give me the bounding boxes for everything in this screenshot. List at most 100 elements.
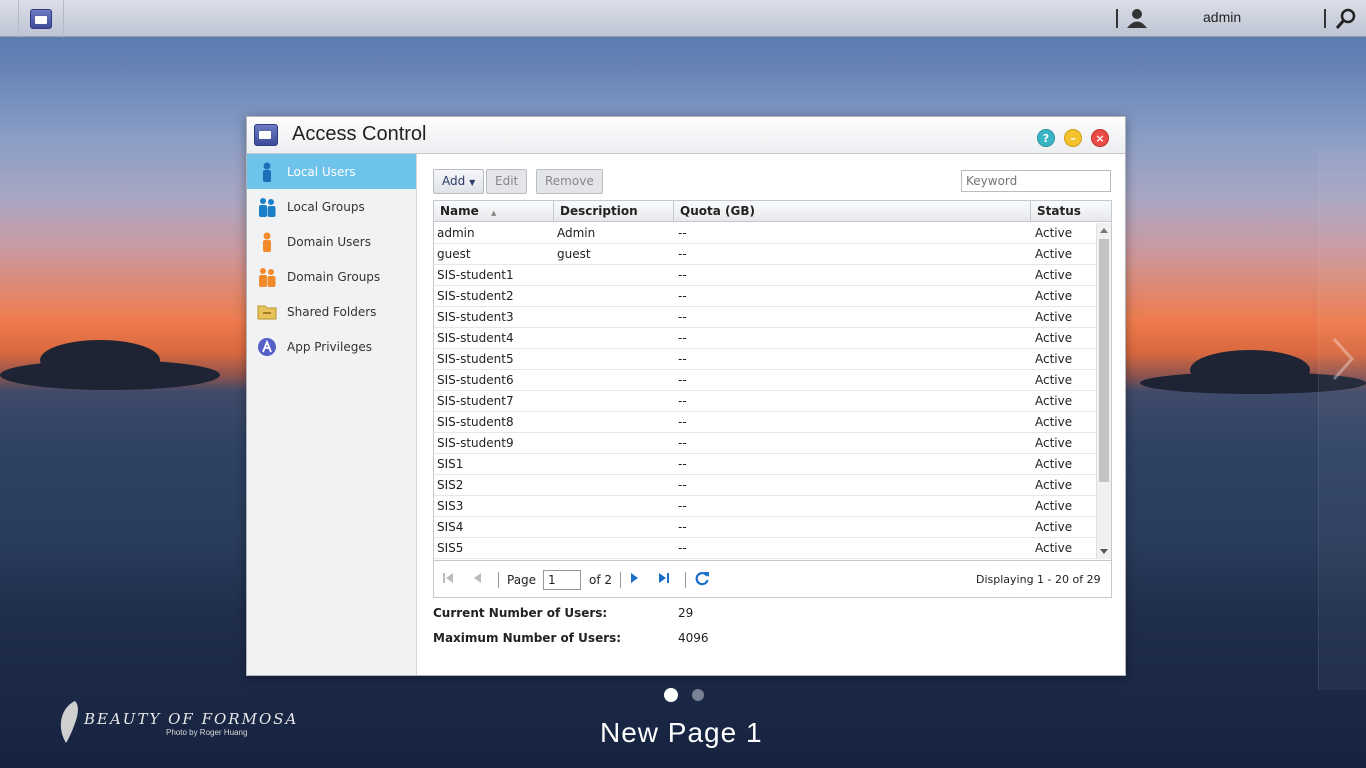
user-icon[interactable] (1126, 7, 1148, 29)
table-row[interactable]: SIS-student5 -- Active (434, 349, 1096, 370)
next-page-area[interactable] (1318, 150, 1366, 690)
sidebar-item-domain-groups[interactable]: Domain Groups (247, 259, 416, 294)
column-header-quota[interactable]: Quota (GB) (674, 201, 1031, 221)
cell-name: SIS-student1 (437, 268, 514, 282)
max-users-label: Maximum Number of Users: (433, 630, 622, 645)
table-row[interactable]: SIS-student6 -- Active (434, 370, 1096, 391)
cell-name: SIS-student6 (437, 373, 514, 387)
table-row[interactable]: SIS-student4 -- Active (434, 328, 1096, 349)
remove-button[interactable]: Remove (536, 169, 603, 194)
user-icon (257, 162, 277, 182)
table-row[interactable]: SIS-student8 -- Active (434, 412, 1096, 433)
taiwan-island-logo-icon (60, 701, 78, 743)
cell-status: Active (1035, 247, 1073, 261)
sidebar-item-domain-users[interactable]: Domain Users (247, 224, 416, 259)
table-row[interactable]: SIS5 -- Active (434, 538, 1096, 559)
table-row[interactable]: SIS1 -- Active (434, 454, 1096, 475)
sidebar-item-app-privileges[interactable]: App Privileges (247, 329, 416, 364)
cell-quota: -- (678, 394, 687, 408)
table-row[interactable]: guest guest -- Active (434, 244, 1096, 265)
separator (498, 572, 499, 588)
chevron-down-icon: ▼ (469, 178, 476, 187)
cell-description (554, 286, 674, 306)
cell-description (554, 517, 674, 537)
photo-credit: Photo by Roger Huang (166, 728, 248, 737)
next-page-arrow-icon[interactable] (1330, 335, 1356, 383)
brand-watermark: BEAUTY OF FORMOSA (84, 710, 299, 728)
cell-description (554, 370, 674, 390)
table-row[interactable]: admin Admin -- Active (434, 223, 1096, 244)
page-number-input[interactable]: 1 (543, 570, 581, 590)
sidebar: Local Users Local Groups Domain Users Do… (247, 154, 417, 675)
cell-quota: -- (678, 331, 687, 345)
app-launcher-button[interactable] (18, 0, 64, 37)
cell-name: SIS3 (437, 499, 464, 513)
cell-name: SIS-student3 (437, 310, 514, 324)
add-button[interactable]: Add ▼ (433, 169, 485, 194)
cell-quota: -- (678, 310, 687, 324)
displaying-info: Displaying 1 - 20 of 29 (976, 573, 1101, 586)
search-icon[interactable] (1335, 8, 1357, 30)
refresh-icon[interactable] (694, 570, 710, 586)
cell-quota: -- (678, 478, 687, 492)
table-row[interactable]: SIS-student3 -- Active (434, 307, 1096, 328)
scroll-down-icon[interactable] (1100, 549, 1108, 554)
page-indicator[interactable] (692, 689, 704, 701)
scrollbar-thumb[interactable] (1099, 239, 1109, 482)
window-titlebar[interactable]: Access Control ? – × (247, 117, 1125, 154)
cell-quota: -- (678, 520, 687, 534)
minimize-button[interactable]: – (1064, 129, 1082, 147)
table-row[interactable]: SIS-student1 -- Active (434, 265, 1096, 286)
sidebar-item-label: Domain Users (287, 234, 371, 249)
cell-status: Active (1035, 226, 1073, 240)
page-total: of 2 (589, 573, 613, 587)
cell-status: Active (1035, 499, 1073, 513)
folder-icon (257, 302, 277, 322)
page-label: Page (507, 573, 537, 587)
column-header-name[interactable]: Name ▲ (434, 201, 554, 221)
table-row[interactable]: SIS2 -- Active (434, 475, 1096, 496)
vertical-scrollbar[interactable] (1096, 223, 1111, 559)
column-header-status[interactable]: Status (1031, 201, 1111, 221)
cell-status: Active (1035, 415, 1073, 429)
table-row[interactable]: SIS-student2 -- Active (434, 286, 1096, 307)
help-button[interactable]: ? (1037, 129, 1055, 147)
separator (1116, 9, 1118, 28)
cell-name: SIS-student2 (437, 289, 514, 303)
cell-description (554, 496, 674, 516)
keyword-search-input[interactable] (961, 170, 1111, 192)
window-title: Access Control (292, 123, 427, 145)
first-page-icon[interactable] (442, 572, 454, 584)
cell-name: SIS5 (437, 541, 464, 555)
sidebar-item-local-users[interactable]: Local Users (247, 154, 416, 189)
cell-quota: -- (678, 457, 687, 471)
sidebar-item-label: Domain Groups (287, 269, 381, 284)
last-page-icon[interactable] (658, 572, 670, 584)
next-page-icon[interactable] (630, 572, 640, 584)
scroll-up-icon[interactable] (1100, 228, 1108, 233)
sidebar-item-label: Local Users (287, 164, 356, 179)
access-control-app-icon (30, 8, 52, 29)
user-name[interactable]: admin (1203, 9, 1241, 25)
separator (620, 572, 621, 588)
table-row[interactable]: SIS4 -- Active (434, 517, 1096, 538)
previous-page-icon[interactable] (472, 572, 482, 584)
column-header-description[interactable]: Description (554, 201, 674, 221)
page-indicator-active[interactable] (664, 688, 678, 702)
edit-button[interactable]: Edit (486, 169, 528, 194)
cell-name: guest (437, 247, 471, 261)
app-privileges-icon (257, 337, 277, 357)
sidebar-item-local-groups[interactable]: Local Groups (247, 189, 416, 224)
close-button[interactable]: × (1091, 129, 1109, 147)
table-row[interactable]: SIS3 -- Active (434, 496, 1096, 517)
cell-description (554, 454, 674, 474)
table-row[interactable]: SIS-student7 -- Active (434, 391, 1096, 412)
max-users-value: 4096 (678, 630, 709, 645)
cell-description (554, 433, 674, 453)
sidebar-item-shared-folders[interactable]: Shared Folders (247, 294, 416, 329)
add-button-label: Add (442, 174, 466, 188)
domain-group-icon (257, 267, 277, 287)
cell-status: Active (1035, 373, 1073, 387)
table-row[interactable]: SIS-student9 -- Active (434, 433, 1096, 454)
cell-description (554, 349, 674, 369)
